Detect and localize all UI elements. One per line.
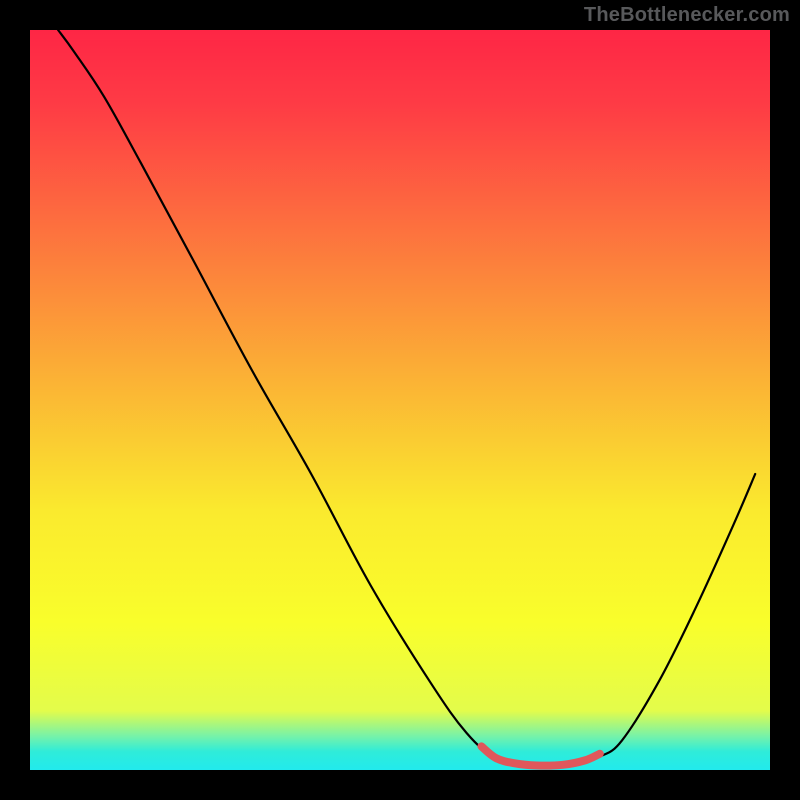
chart-canvas [0,0,800,800]
watermark-text: TheBottlenecker.com [584,4,790,27]
chart-stage: TheBottlenecker.com [0,0,800,800]
plot-background [30,30,770,770]
